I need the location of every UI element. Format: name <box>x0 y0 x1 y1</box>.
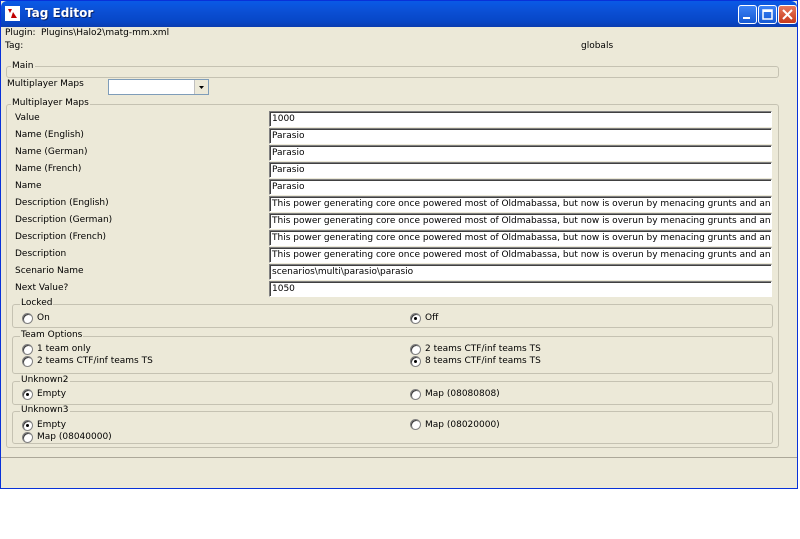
team-option-4-radio[interactable] <box>410 356 421 367</box>
field-label: Description <box>15 249 67 259</box>
tag-label: Tag: <box>5 41 24 51</box>
field-label: Name (French) <box>15 164 82 174</box>
unknown3-group <box>12 411 773 444</box>
unknown2-map-radio[interactable] <box>410 389 421 400</box>
team-option-2-label: 2 teams CTF/inf teams TS <box>425 344 541 354</box>
field-label: Name <box>15 181 42 191</box>
field-label: Name (German) <box>15 147 88 157</box>
team-option-1-label: 1 team only <box>37 344 91 354</box>
unknown3-map-08040000-radio[interactable] <box>22 432 33 443</box>
team-option-1-radio[interactable] <box>22 344 33 355</box>
main-legend: Main <box>11 61 35 72</box>
close-icon <box>782 9 793 20</box>
description-field[interactable]: This power generating core once powered … <box>269 247 772 263</box>
team-option-4-label: 8 teams CTF/inf teams TS <box>425 356 541 366</box>
minimize-button[interactable] <box>738 5 757 24</box>
unknown2-group <box>12 381 773 405</box>
plugin-path: Plugins\Halo2\matg-mm.xml <box>41 28 170 38</box>
locked-off-radio[interactable] <box>410 313 421 324</box>
unknown3-map-08040000-label: Map (08040000) <box>37 432 112 442</box>
multiplayer-maps-dropdown[interactable] <box>108 79 209 95</box>
name-german-field[interactable]: Parasio <box>269 145 772 161</box>
field-label: Description (English) <box>15 198 109 208</box>
multiplayer-maps-legend: Multiplayer Maps <box>11 98 90 109</box>
team-options-group <box>12 336 773 374</box>
maximize-icon <box>762 9 773 20</box>
name-english-field[interactable]: Parasio <box>269 128 772 144</box>
title-bar[interactable]: Tag Editor <box>1 1 797 27</box>
app-icon <box>5 6 20 21</box>
unknown3-empty-radio[interactable] <box>22 420 33 431</box>
unknown3-empty-label: Empty <box>37 420 67 430</box>
dropdown-button[interactable] <box>194 80 208 94</box>
chevron-down-icon <box>199 86 204 89</box>
unknown2-map-label: Map (08080808) <box>425 389 500 399</box>
field-label: Scenario Name <box>15 266 84 276</box>
locked-on-label: On <box>37 313 50 323</box>
multiplayer-maps-label: Multiplayer Maps <box>7 79 84 89</box>
name-french-field[interactable]: Parasio <box>269 162 772 178</box>
maximize-button[interactable] <box>758 5 777 24</box>
locked-off-label: Off <box>425 313 439 323</box>
field-label: Description (German) <box>15 215 113 225</box>
field-label: Value <box>15 113 40 123</box>
description-french-field[interactable]: This power generating core once powered … <box>269 230 772 246</box>
unknown2-empty-label: Empty <box>37 389 67 399</box>
tag-name: globals <box>581 41 614 51</box>
scenario-name-field[interactable]: scenarios\multi\parasio\parasio <box>269 264 772 280</box>
team-option-3-label: 2 teams CTF/inf teams TS <box>37 356 153 366</box>
minimize-icon <box>743 17 750 19</box>
bottom-divider <box>1 457 797 458</box>
locked-legend: Locked <box>20 298 54 309</box>
main-group <box>6 66 779 78</box>
team-options-legend: Team Options <box>20 330 84 341</box>
unknown3-legend: Unknown3 <box>20 405 70 416</box>
unknown3-map-08020000-radio[interactable] <box>410 419 421 430</box>
window-title: Tag Editor <box>25 6 94 20</box>
locked-group <box>12 304 773 328</box>
team-option-2-radio[interactable] <box>410 344 421 355</box>
plugin-label: Plugin: <box>5 28 36 38</box>
team-option-3-radio[interactable] <box>22 356 33 367</box>
description-german-field[interactable]: This power generating core once powered … <box>269 213 772 229</box>
tag-editor-window: Tag Editor Plugin: Plugins\Halo2\matg-mm… <box>0 0 798 489</box>
locked-on-radio[interactable] <box>22 313 33 324</box>
field-label: Name (English) <box>15 130 84 140</box>
next-value-field[interactable]: 1050 <box>269 281 772 297</box>
name-field[interactable]: Parasio <box>269 179 772 195</box>
value-field[interactable]: 1000 <box>269 111 772 127</box>
unknown3-map-08020000-label: Map (08020000) <box>425 420 500 430</box>
unknown2-empty-radio[interactable] <box>22 389 33 400</box>
close-button[interactable] <box>778 5 797 24</box>
field-label: Next Value? <box>15 283 69 293</box>
field-label: Description (French) <box>15 232 107 242</box>
description-english-field[interactable]: This power generating core once powered … <box>269 196 772 212</box>
unknown2-legend: Unknown2 <box>20 375 70 386</box>
